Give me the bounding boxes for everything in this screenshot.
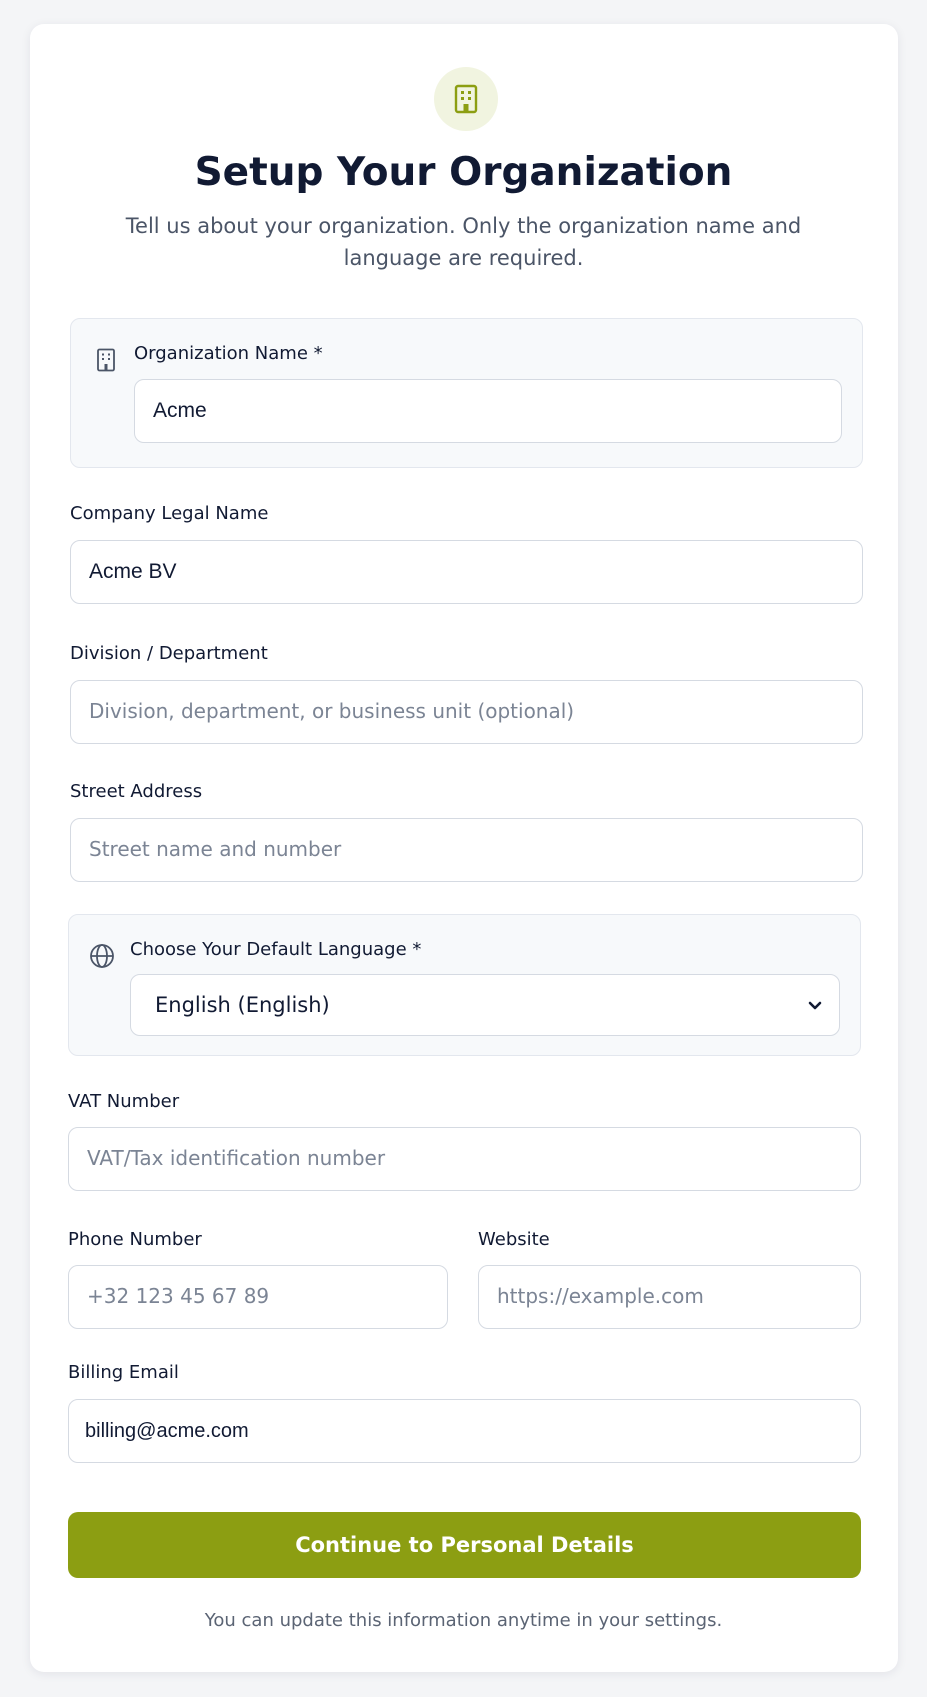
vat-number-label: VAT Number [68,1091,180,1112]
language-selected-value: English (English) [155,993,330,1017]
company-legal-name-label: Company Legal Name [70,503,269,524]
phone-number-label: Phone Number [68,1229,202,1250]
billing-email-label: Billing Email [68,1362,179,1383]
organization-name-label: Organization Name * [134,343,323,364]
vat-number-input[interactable] [68,1127,861,1191]
company-legal-name-input[interactable] [70,540,863,604]
division-input[interactable] [70,680,863,744]
chevron-down-icon [805,995,825,1015]
phone-number-input[interactable] [68,1265,448,1329]
language-select[interactable]: English (English) [130,974,840,1036]
page-title: Setup Your Organization [194,150,733,195]
billing-email-input[interactable] [68,1399,861,1463]
website-input[interactable] [478,1265,861,1329]
division-label: Division / Department [70,643,268,664]
street-address-label: Street Address [70,781,203,802]
website-label: Website [478,1229,550,1250]
language-label: Choose Your Default Language * [130,939,422,960]
building-icon [95,347,117,373]
globe-icon [89,943,115,969]
footer-note: You can update this information anytime … [204,1610,723,1631]
organization-name-input[interactable] [134,379,842,443]
page-subtitle: Tell us about your organization. Only th… [125,214,802,270]
street-address-input[interactable] [70,818,863,882]
building-icon [434,67,498,131]
continue-button[interactable]: Continue to Personal Details [68,1512,861,1578]
